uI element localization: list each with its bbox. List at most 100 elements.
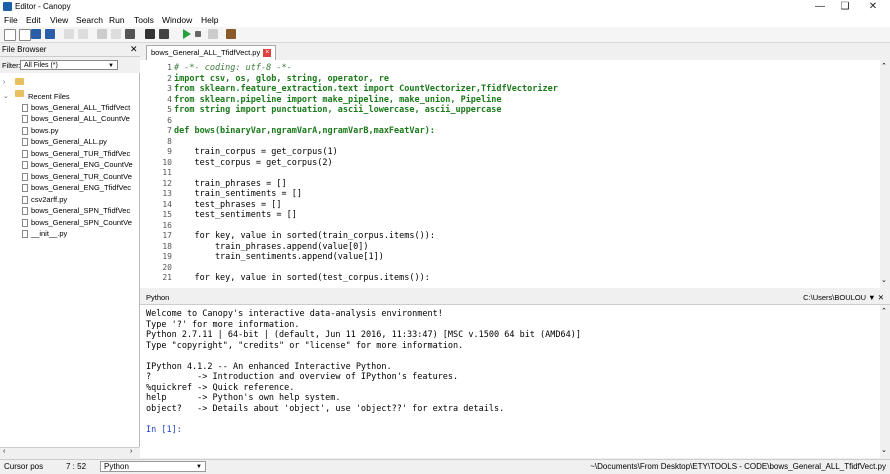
file-item[interactable]: bows_General_TUR_TfidfVec <box>22 149 130 160</box>
file-item[interactable]: bows_General_ALL_CountVe <box>22 114 130 125</box>
editor-tab[interactable]: bows_General_ALL_TfidfVect.py × <box>146 45 277 60</box>
console-scrollbar[interactable]: ⌃ ⌄ <box>880 305 890 458</box>
menu-tools[interactable]: Tools <box>134 15 154 25</box>
console-line: object? -> Details about 'object', use '… <box>146 403 505 414</box>
line-number: 2 <box>167 73 172 83</box>
file-item[interactable]: bows_General_ALL_TfidfVect <box>22 103 130 114</box>
line-number: 16 <box>162 220 172 230</box>
file-item[interactable]: bows.py <box>22 126 59 137</box>
code-line: test_corpus = get_corpus(2) <box>174 157 333 168</box>
line-number: 14 <box>162 199 172 209</box>
file-browser-close-icon[interactable]: ✕ <box>130 44 138 55</box>
collapse-arrow-icon[interactable]: ⌄ <box>3 92 9 100</box>
python-pane-header: Python C:\Users\BOULOU ▼ ✕ <box>140 291 890 305</box>
recent-files-label[interactable]: Recent Files <box>28 92 70 101</box>
find-icon[interactable] <box>145 29 155 39</box>
file-icon <box>22 207 28 215</box>
chevron-down-icon[interactable]: ▼ <box>868 293 875 302</box>
expand-arrow-icon[interactable]: › <box>3 79 5 86</box>
console-line: Python 2.7.11 | 64-bit | (default, Jun 1… <box>146 330 581 340</box>
menu-view[interactable]: View <box>50 15 68 25</box>
scroll-right-icon[interactable]: › <box>130 448 132 455</box>
find-replace-icon[interactable] <box>159 29 169 39</box>
python-pane-title: Python <box>146 293 170 302</box>
cut-icon[interactable] <box>97 29 107 39</box>
console-line: Welcome to Canopy's interactive data-ana… <box>146 309 443 319</box>
file-icon <box>22 173 28 181</box>
file-icon <box>22 104 28 112</box>
line-number: 12 <box>162 178 172 188</box>
file-item[interactable]: bows_General_SPN_CountVe <box>22 218 132 229</box>
editor-scrollbar[interactable]: ⌃ ⌄ <box>880 60 890 288</box>
close-pane-icon[interactable]: ✕ <box>878 293 884 302</box>
line-number: 17 <box>162 231 172 240</box>
code-line: for key, value in sorted(train_corpus.it… <box>174 231 435 241</box>
undo-icon[interactable] <box>64 29 74 39</box>
line-number: 1 <box>167 63 172 72</box>
language-select[interactable]: Python ▼ <box>100 461 206 472</box>
paste-icon[interactable] <box>125 29 135 39</box>
run-dropdown-icon[interactable] <box>195 31 201 37</box>
code-line: # -*- coding: utf-8 -*- <box>174 63 292 73</box>
file-item[interactable]: bows_General_SPN_TfidfVec <box>22 206 130 217</box>
copy-icon[interactable] <box>111 29 121 39</box>
menu-edit[interactable]: Edit <box>26 15 41 25</box>
run-icon[interactable] <box>183 29 191 39</box>
menu-bar: File Edit View Search Run Tools Window H… <box>0 14 890 27</box>
file-icon <box>22 230 28 238</box>
file-icon <box>22 184 28 192</box>
line-number: 3 <box>167 84 172 93</box>
file-icon <box>22 138 28 146</box>
code-line: test_sentiments = [] <box>174 210 297 220</box>
scroll-down-icon[interactable]: ⌄ <box>881 276 887 284</box>
line-number: 5 <box>167 105 172 114</box>
python-console[interactable]: Welcome to Canopy's interactive data-ana… <box>140 305 880 458</box>
close-window-button[interactable]: ✕ <box>858 0 888 14</box>
maximize-button[interactable]: ❑ <box>830 0 860 14</box>
console-line: ? -> Introduction and overview of IPytho… <box>146 372 459 382</box>
filter-select[interactable]: All Files (*) ▼ <box>20 60 118 70</box>
scroll-up-icon[interactable]: ⌃ <box>881 62 887 70</box>
save-icon[interactable] <box>31 29 41 39</box>
tab-close-icon[interactable]: × <box>263 49 272 58</box>
file-browser-scrollbar[interactable]: ‹ › <box>0 447 139 458</box>
menu-help[interactable]: Help <box>201 15 218 25</box>
menu-run[interactable]: Run <box>109 15 125 25</box>
debug-icon[interactable] <box>208 29 218 39</box>
file-item[interactable]: bows_General_ENG_CountVe <box>22 160 133 171</box>
file-item[interactable]: bows_General_TUR_CountVe <box>22 172 132 183</box>
code-line: train_phrases = [] <box>174 178 287 189</box>
new-file-icon[interactable] <box>4 29 16 41</box>
code-line: train_phrases.append(value[0]) <box>174 241 369 252</box>
code-line: from string import punctuation, ascii_lo… <box>174 105 502 115</box>
chevron-down-icon: ▼ <box>108 63 114 69</box>
folder-icon[interactable] <box>15 78 24 85</box>
file-item[interactable]: __init__.py <box>22 229 67 240</box>
canopy-app-icon <box>3 2 12 11</box>
code-line: from sklearn.pipeline import make_pipeli… <box>174 94 502 105</box>
file-item[interactable]: bows_General_ENG_TfidfVec <box>22 183 131 194</box>
menu-file[interactable]: File <box>4 15 18 25</box>
menu-search[interactable]: Search <box>76 15 103 25</box>
scroll-up-icon[interactable]: ⌃ <box>881 307 887 315</box>
menu-window[interactable]: Window <box>162 15 192 25</box>
code-line: train_corpus = get_corpus(1) <box>174 147 338 157</box>
scroll-left-icon[interactable]: ‹ <box>3 448 5 455</box>
file-item[interactable]: bows_General_ALL.py <box>22 137 107 148</box>
status-bar: Cursor pos 7 : 52 Python ▼ ~\Documents\F… <box>0 459 890 474</box>
console-prompt[interactable]: In [1]: <box>146 425 182 435</box>
line-number: 18 <box>162 241 172 251</box>
code-editor[interactable]: 1 # -*- coding: utf-8 -*- 2 import csv, … <box>140 60 880 288</box>
scroll-down-icon[interactable]: ⌄ <box>881 446 887 454</box>
line-number: 6 <box>167 115 172 125</box>
recent-folder-icon[interactable] <box>15 90 24 97</box>
file-item[interactable]: csv2arff.py <box>22 195 67 206</box>
redo-icon[interactable] <box>78 29 88 39</box>
open-folder-icon[interactable] <box>19 29 31 41</box>
file-browser-header: File Browser ✕ <box>0 43 140 57</box>
line-number: 4 <box>167 94 172 104</box>
save-all-icon[interactable] <box>45 29 55 39</box>
package-manager-icon[interactable] <box>226 29 236 39</box>
code-line: import csv, os, glob, string, operator, … <box>174 73 389 84</box>
working-directory[interactable]: C:\Users\BOULOU ▼ ✕ <box>803 293 884 302</box>
